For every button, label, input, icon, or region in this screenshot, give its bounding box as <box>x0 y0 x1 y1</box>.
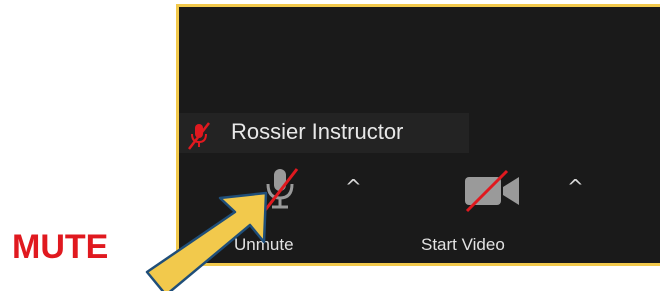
unmute-button[interactable]: Unmute <box>219 157 339 262</box>
participant-name-tag: Rossier Instructor <box>179 113 469 153</box>
unmute-label: Unmute <box>234 235 294 254</box>
start-video-label: Start Video <box>421 235 505 254</box>
mic-muted-icon <box>184 121 214 156</box>
chevron-up-icon[interactable]: ^ <box>345 175 362 199</box>
start-video-button[interactable]: Start Video <box>411 157 561 262</box>
video-off-icon <box>463 169 523 218</box>
video-panel: Rossier Instructor Unmute ^ Start Video … <box>176 4 660 266</box>
participant-name: Rossier Instructor <box>231 119 404 144</box>
chevron-up-icon[interactable]: ^ <box>567 175 584 199</box>
mute-annotation-label: MUTE <box>12 228 109 266</box>
mic-muted-icon <box>259 165 301 220</box>
